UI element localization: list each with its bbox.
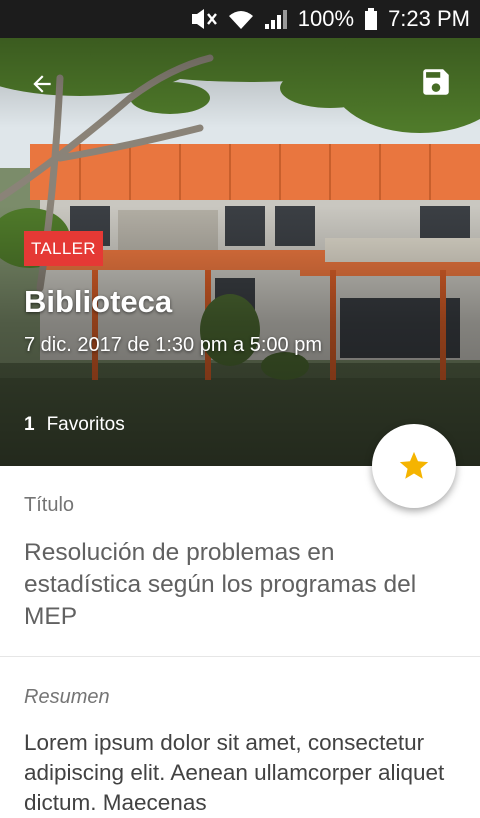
summary-text: Lorem ipsum dolor sit amet, consectetur … (24, 730, 445, 815)
summary-label: Resumen (24, 686, 110, 708)
top-gradient (0, 38, 480, 128)
event-datetime: 7 dic. 2017 de 1:30 pm a 5:00 pm (24, 334, 322, 356)
star-icon (399, 451, 429, 479)
save-button[interactable] (416, 62, 456, 102)
favorites-label: Favoritos (46, 414, 125, 435)
summary-section: Resumen Lorem ipsum dolor sit amet, cons… (0, 658, 480, 818)
wifi-icon (228, 8, 254, 30)
hero-image: TALLER Biblioteca 7 dic. 2017 de 1:30 pm… (0, 38, 480, 466)
signal-icon (264, 8, 288, 30)
arrow-back-icon (33, 75, 51, 93)
clock: 7:23 PM (388, 6, 470, 31)
event-type-badge: TALLER (24, 231, 103, 266)
battery-percent: 100% (297, 6, 355, 31)
save-icon (423, 69, 449, 95)
event-place: Biblioteca (24, 284, 173, 319)
battery-icon (364, 8, 378, 30)
favorites-number: 1 (24, 414, 35, 435)
event-title: Resolución de problemas en estadística s… (24, 539, 417, 630)
favorites-count: 1 Favoritos (24, 414, 125, 436)
back-button[interactable] (22, 64, 62, 104)
favorite-button[interactable] (372, 424, 456, 508)
status-bar: 100% 7:23 PM (0, 0, 480, 38)
mute-icon (190, 8, 218, 30)
